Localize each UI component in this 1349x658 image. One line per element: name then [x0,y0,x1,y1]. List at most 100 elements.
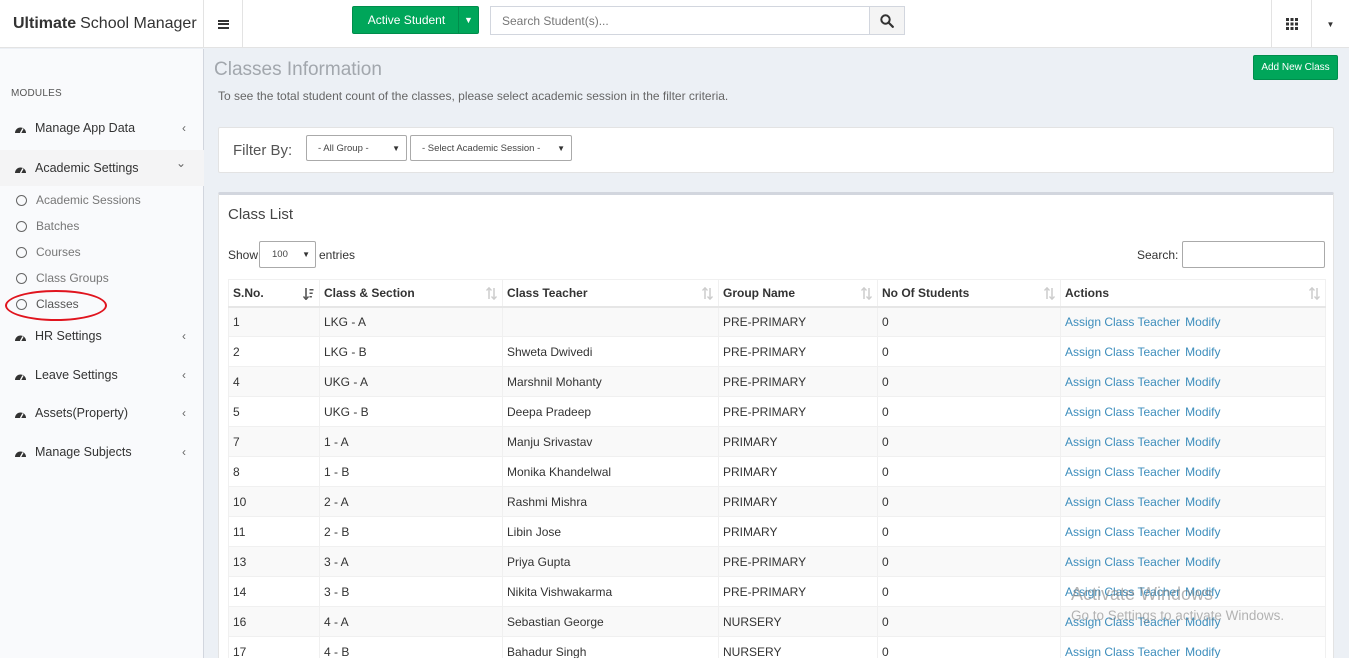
column-label: No Of Students [882,285,970,300]
sidebar-subitem-courses[interactable]: Courses [0,239,204,265]
assign-class-teacher-link[interactable]: Assign Class Teacher [1065,465,1180,479]
cell-student-count: 0 [877,486,1061,517]
sidebar-item-hr-settings[interactable]: HR Settings ‹ [0,318,204,354]
assign-class-teacher-link[interactable]: Assign Class Teacher [1065,315,1180,329]
column-header-actions[interactable]: Actions [1060,279,1326,308]
modify-link[interactable]: Modify [1185,555,1220,569]
cell-group-name: PRE-PRIMARY [718,396,878,427]
cell-actions: Assign Class Teacher Modify [1060,576,1326,607]
dashboard-icon [14,163,28,174]
assign-class-teacher-link[interactable]: Assign Class Teacher [1065,495,1180,509]
sidebar-subitem-class-groups[interactable]: Class Groups [0,265,204,291]
assign-class-teacher-link[interactable]: Assign Class Teacher [1065,435,1180,449]
sidebar-item-manage-app-data[interactable]: Manage App Data ‹ [0,110,204,146]
add-new-class-button[interactable]: Add New Class [1253,55,1338,80]
modify-link[interactable]: Modify [1185,525,1220,539]
search-button[interactable] [869,6,905,35]
dashboard-icon [14,331,28,342]
cell-class-section: 2 - A [319,486,503,517]
cell-class-section: 4 - B [319,636,503,658]
column-header-sno[interactable]: S.No. [228,279,320,308]
student-search-input[interactable] [490,6,870,35]
assign-class-teacher-link[interactable]: Assign Class Teacher [1065,525,1180,539]
table-search-input[interactable] [1182,241,1325,268]
search-icon [880,13,894,28]
column-label: Group Name [723,285,796,300]
chevron-left-icon: ‹ [182,329,186,343]
cell-class-section: 3 - B [319,576,503,607]
entries-length-select[interactable]: 100 ▼ [259,241,316,268]
table-row: 10 2 - A Rashmi Mishra PRIMARY 0 Assign Class… [228,486,1326,517]
apps-grid-button[interactable] [1271,0,1311,48]
sidebar-item-label: Manage App Data [35,121,136,135]
cell-class-teacher: Shweta Dwivedi [502,336,719,367]
cell-class-section: 4 - A [319,606,503,637]
assign-class-teacher-link[interactable]: Assign Class Teacher [1065,345,1180,359]
chevron-left-icon: ‹ [182,368,186,382]
sidebar-subitem-academic-sessions[interactable]: Academic Sessions [0,187,204,213]
cell-class-section: LKG - B [319,336,503,367]
brand-rest: School Manager [80,15,197,32]
dashboard-icon [14,408,28,419]
class-list-title: Class List [228,206,294,223]
cell-sno: 4 [228,366,320,397]
assign-class-teacher-link[interactable]: Assign Class Teacher [1065,585,1180,599]
column-header-students[interactable]: No Of Students [877,279,1061,308]
sidebar-item-academic-settings[interactable]: Academic Settings ⌄ [0,150,204,186]
sidebar-subitem-label: Courses [36,245,81,259]
app-logo[interactable]: Ultimate School Manager [0,0,204,48]
assign-class-teacher-link[interactable]: Assign Class Teacher [1065,375,1180,389]
grid-icon [1285,18,1298,30]
top-navbar: Ultimate School Manager Active Student ▼… [0,0,1349,48]
cell-class-section: 1 - A [319,426,503,457]
table-row: 17 4 - B Bahadur Singh NURSERY 0 Assign Class… [228,636,1326,658]
modify-link[interactable]: Modify [1185,645,1220,658]
cell-class-section: UKG - A [319,366,503,397]
cell-class-teacher: Priya Gupta [502,546,719,577]
cell-class-teacher: Libin Jose [502,516,719,547]
column-label: S.No. [233,285,264,300]
modify-link[interactable]: Modify [1185,315,1220,329]
modify-link[interactable]: Modify [1185,465,1220,479]
circle-icon [16,246,27,258]
caret-down-icon[interactable]: ▼ [458,7,478,33]
session-select-value: - Select Academic Session - [422,142,541,154]
assign-class-teacher-link[interactable]: Assign Class Teacher [1065,555,1180,569]
assign-class-teacher-link[interactable]: Assign Class Teacher [1065,615,1180,629]
modify-link[interactable]: Modify [1185,435,1220,449]
cell-actions: Assign Class Teacher Modify [1060,636,1326,658]
sidebar-toggle-button[interactable] [205,0,243,48]
sidebar-subitem-classes[interactable]: Classes [0,291,204,317]
sort-icon [1044,287,1055,300]
sidebar-item-manage-subjects[interactable]: Manage Subjects ‹ [0,434,204,470]
sidebar-item-assets[interactable]: Assets(Property) ‹ [0,395,204,431]
modify-link[interactable]: Modify [1185,495,1220,509]
sidebar-item-leave-settings[interactable]: Leave Settings ‹ [0,357,204,393]
column-header-class[interactable]: Class & Section [319,279,503,308]
modify-link[interactable]: Modify [1185,405,1220,419]
assign-class-teacher-link[interactable]: Assign Class Teacher [1065,645,1180,658]
cell-group-name: PRE-PRIMARY [718,306,878,337]
sidebar-subitem-batches[interactable]: Batches [0,213,204,239]
cell-sno: 10 [228,486,320,517]
modify-link[interactable]: Modify [1185,585,1220,599]
modify-link[interactable]: Modify [1185,345,1220,359]
group-select-value: - All Group - [318,142,369,154]
modify-link[interactable]: Modify [1185,615,1220,629]
modify-link[interactable]: Modify [1185,375,1220,389]
active-student-label: Active Student [367,13,446,27]
sort-ascending-icon [303,288,314,300]
academic-session-select[interactable]: - Select Academic Session - ▼ [410,135,572,161]
column-header-teacher[interactable]: Class Teacher [502,279,719,308]
group-select[interactable]: - All Group - ▼ [306,135,407,161]
table-row: 81 - B Monika Khandelwal PRIMARY 0 Assign Cl… [228,456,1326,487]
cell-class-section: UKG - B [319,396,503,427]
cell-group-name: PRIMARY [718,486,878,517]
table-row: 71 - A Manju Srivastav PRIMARY 0 Assign Clas… [228,426,1326,457]
table-row: 4 UKG - A Marshnil Mohanty PRE-PRIMARY 0 Assi… [228,366,1326,397]
active-student-dropdown[interactable]: Active Student ▼ [352,6,479,34]
user-menu-button[interactable]: ▼ [1311,0,1349,48]
column-header-group[interactable]: Group Name [718,279,878,308]
cell-actions: Assign Class Teacher Modify [1060,486,1326,517]
assign-class-teacher-link[interactable]: Assign Class Teacher [1065,405,1180,419]
